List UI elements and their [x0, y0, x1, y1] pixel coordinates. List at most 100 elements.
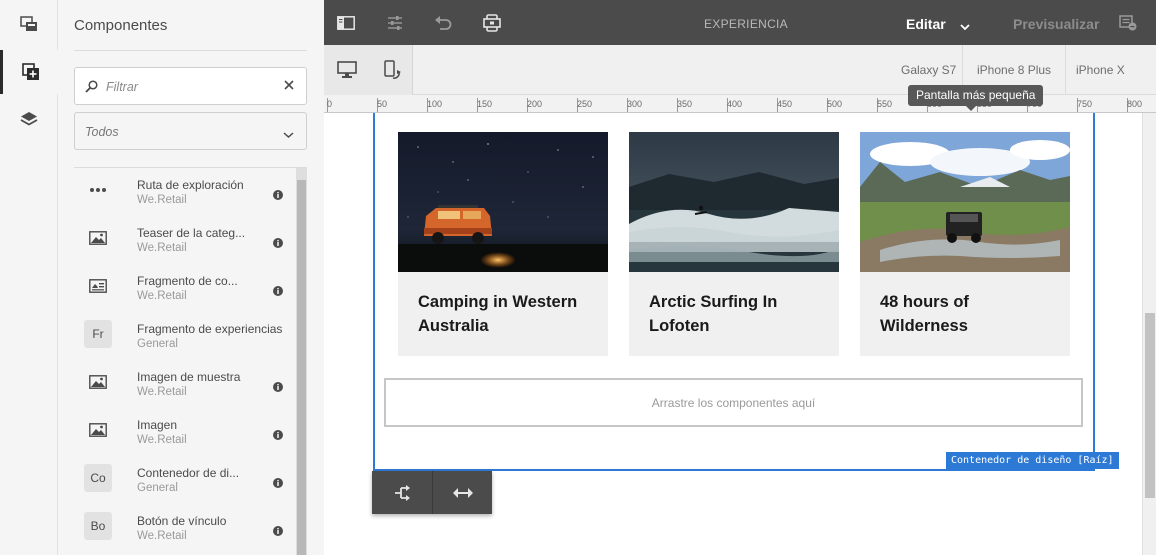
- info-icon[interactable]: [273, 475, 283, 493]
- canvas-scrollbar[interactable]: [1142, 113, 1156, 555]
- components-icon[interactable]: [0, 50, 58, 94]
- list-item[interactable]: Imagen We.Retail: [74, 408, 295, 456]
- drop-zone-label: Arrastre los componentes aquí: [651, 396, 816, 410]
- panel-title: Componentes: [74, 17, 168, 34]
- image-icon: [84, 416, 112, 444]
- emulator-icon[interactable]: [481, 12, 503, 34]
- list-item[interactable]: Imagen de muestra We.Retail: [74, 360, 295, 408]
- list-scrollbar[interactable]: [296, 168, 307, 555]
- search-input[interactable]: Filtrar: [106, 80, 138, 94]
- component-list: Ruta de exploración We.Retail Teaser de …: [74, 168, 295, 555]
- ruler-label: 500: [827, 99, 843, 109]
- parent-select-icon[interactable]: [372, 471, 432, 514]
- component-name: Fragmento de experiencias: [137, 322, 283, 336]
- tooltip: Pantalla más pequeña: [908, 85, 1044, 111]
- list-item[interactable]: Fr Fragmento de experiencias General: [74, 312, 295, 360]
- list-item[interactable]: Teaser de la categ... We.Retail: [74, 216, 295, 264]
- ruler-label: 800: [1127, 99, 1143, 109]
- resize-horizontal-icon[interactable]: [433, 471, 493, 514]
- list-item[interactable]: Ruta de exploración We.Retail: [74, 168, 295, 216]
- component-name: Teaser de la categ...: [137, 226, 246, 240]
- card-title: Camping in Western Australia: [418, 293, 578, 335]
- component-group: We.Retail: [137, 434, 187, 446]
- info-icon[interactable]: [273, 427, 283, 445]
- device-iphone-x[interactable]: iPhone X: [1076, 63, 1125, 77]
- ruler-label: 300: [627, 99, 643, 109]
- info-icon[interactable]: [273, 235, 283, 253]
- components-panel: Componentes Filtrar Todos Ruta de explor…: [58, 0, 324, 555]
- ruler-label: 750: [1077, 99, 1093, 109]
- ruler-label: 550: [877, 99, 893, 109]
- preview-button[interactable]: Previsualizar: [1013, 16, 1099, 32]
- rotate-device-icon[interactable]: [379, 45, 405, 95]
- component-name: Imagen de muestra: [137, 370, 241, 384]
- annotations-icon[interactable]: [1117, 12, 1139, 34]
- drop-zone[interactable]: Arrastre los componentes aquí: [384, 378, 1083, 427]
- chevron-down-icon: [283, 126, 294, 144]
- component-group: We.Retail: [137, 386, 187, 398]
- component-name: Contenedor de di...: [137, 466, 240, 480]
- card-title: Arctic Surfing In Lofoten: [649, 293, 778, 335]
- component-group: We.Retail: [137, 290, 187, 302]
- component-abbreviation: Fr: [84, 320, 112, 348]
- article-card[interactable]: Camping in Western Australia: [398, 132, 608, 356]
- list-item[interactable]: Fragmento de co... We.Retail: [74, 264, 295, 312]
- article-card[interactable]: Arctic Surfing In Lofoten: [629, 132, 839, 356]
- container-label[interactable]: Contenedor de diseño [Raíz]: [946, 452, 1119, 469]
- properties-sliders-icon[interactable]: [384, 12, 406, 34]
- side-rail: [0, 0, 58, 555]
- group-filter-select[interactable]: Todos: [74, 112, 307, 150]
- more-icon: [84, 176, 112, 204]
- editor-toolbar: EXPERIENCIA Editar Previsualizar: [324, 0, 1156, 45]
- info-icon[interactable]: [273, 187, 283, 205]
- clear-icon[interactable]: [282, 78, 296, 97]
- ruler-label: 0: [327, 99, 333, 109]
- list-item[interactable]: Bo Botón de vínculo We.Retail: [74, 504, 295, 552]
- component-name: Imagen: [137, 418, 178, 432]
- component-group: We.Retail: [137, 194, 187, 206]
- info-icon[interactable]: [273, 379, 283, 397]
- component-group: We.Retail: [137, 242, 187, 254]
- card-image-camping: [398, 132, 608, 272]
- component-name: Botón de vínculo: [137, 514, 227, 528]
- search-icon: [85, 80, 98, 98]
- page-title: EXPERIENCIA: [704, 17, 788, 31]
- card-title: 48 hours of Wilderness: [880, 293, 969, 335]
- divider: [74, 50, 307, 51]
- component-name: Fragmento de co...: [137, 274, 238, 288]
- card-image-wilderness: [860, 132, 1070, 272]
- content-fragment-icon: [84, 272, 112, 300]
- mode-select[interactable]: Editar: [906, 16, 946, 32]
- ruler-label: 450: [777, 99, 793, 109]
- component-group: General: [137, 338, 178, 350]
- scrollbar-thumb[interactable]: [297, 180, 306, 555]
- info-icon[interactable]: [273, 523, 283, 541]
- ruler-label: 50: [377, 99, 388, 109]
- list-item[interactable]: Co Contenedor de di... General: [74, 456, 295, 504]
- desktop-icon[interactable]: [334, 45, 360, 95]
- layers-icon[interactable]: [0, 97, 58, 141]
- divider: [1065, 45, 1066, 95]
- component-abbreviation: Co: [84, 464, 112, 492]
- chevron-down-icon[interactable]: [960, 18, 970, 36]
- image-icon: [84, 368, 112, 396]
- scrollbar-thumb[interactable]: [1145, 313, 1155, 498]
- ruler-label: 200: [527, 99, 543, 109]
- component-toolbar: [372, 471, 492, 514]
- ruler-label: 350: [677, 99, 693, 109]
- device-iphone-8-plus[interactable]: iPhone 8 Plus: [977, 63, 1051, 77]
- info-icon[interactable]: [273, 283, 283, 301]
- component-group: We.Retail: [137, 530, 187, 542]
- undo-icon[interactable]: [432, 12, 454, 34]
- component-abbreviation: Bo: [84, 512, 112, 540]
- side-panel-toggle-icon[interactable]: [335, 12, 357, 34]
- article-card[interactable]: 48 hours of Wilderness: [860, 132, 1070, 356]
- ruler-label: 100: [427, 99, 443, 109]
- search-field[interactable]: Filtrar: [74, 67, 307, 105]
- card-image-surfing: [629, 132, 839, 272]
- pages-icon[interactable]: [0, 2, 58, 46]
- component-name: Ruta de exploración: [137, 178, 244, 192]
- device-galaxy-s7[interactable]: Galaxy S7: [901, 63, 956, 77]
- ruler-label: 150: [477, 99, 493, 109]
- image-icon: [84, 224, 112, 252]
